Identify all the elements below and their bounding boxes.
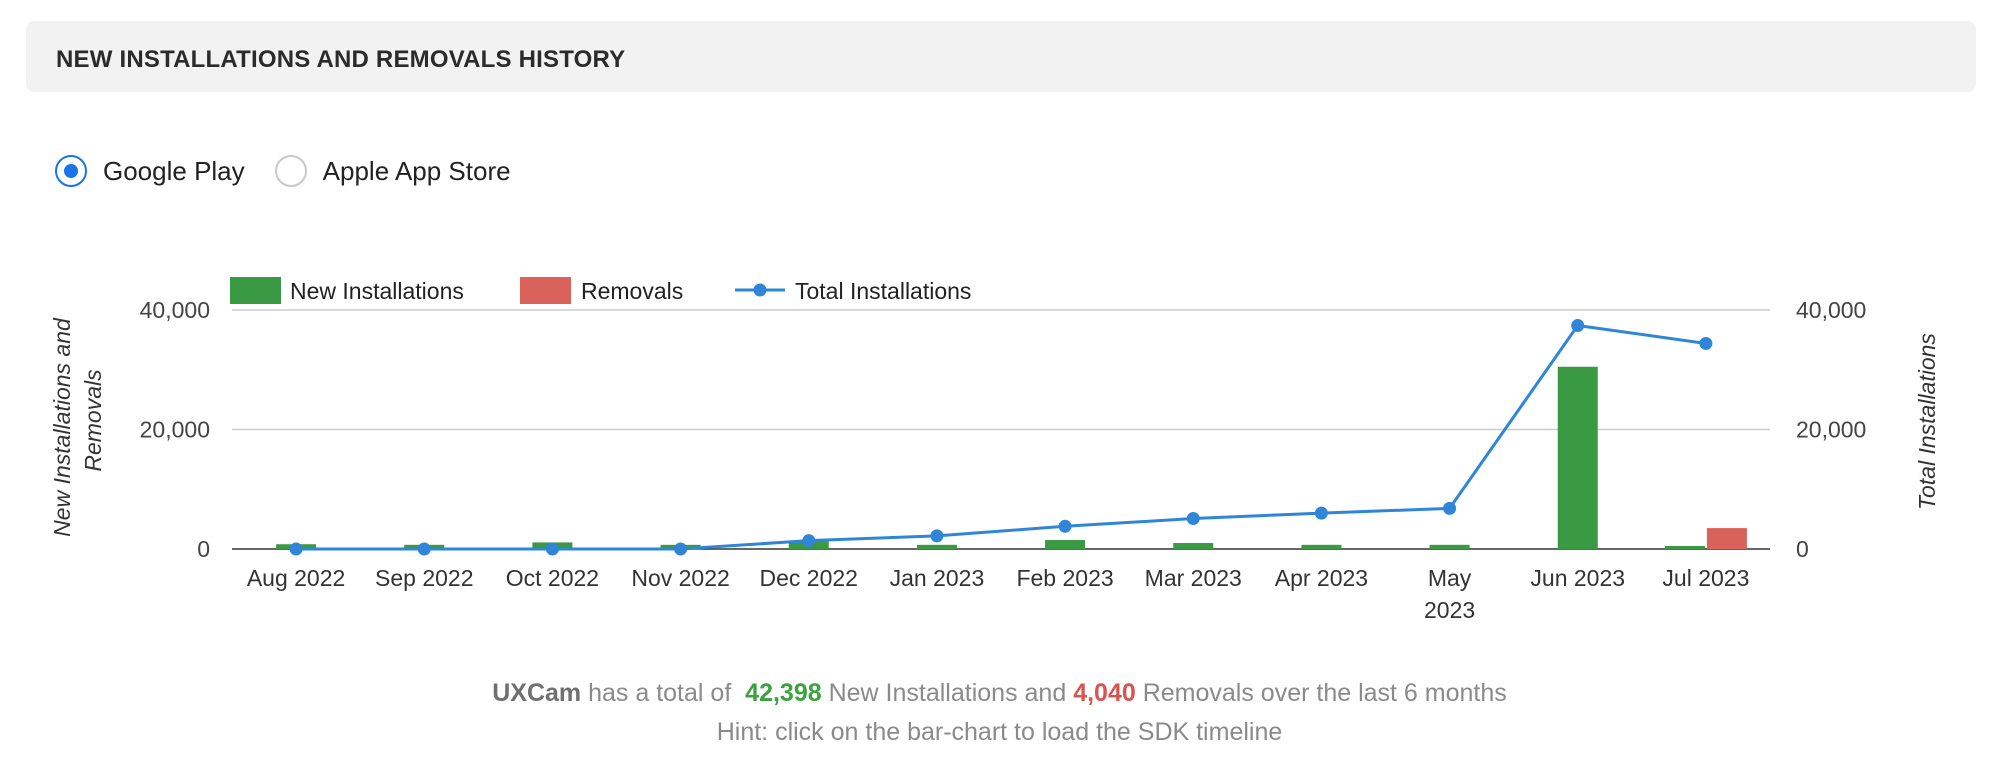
x-tick-label: Dec 2022 <box>760 565 858 591</box>
summary-text: UXCam has a total of 42,398 New Installa… <box>0 679 1999 708</box>
bar-new-installations <box>1301 544 1342 549</box>
x-tick-label: 2023 <box>1424 597 1475 623</box>
summary-new-installs: 42,398 <box>745 679 822 707</box>
y-tick-label-right: 40,000 <box>1796 297 1866 323</box>
y-axis-title-left: New Installations and Removals <box>49 317 106 537</box>
total-installations-point <box>289 542 303 556</box>
total-installations-point <box>1443 501 1457 515</box>
total-installations-point <box>1314 506 1328 520</box>
bar-new-installations <box>1664 546 1705 549</box>
total-installations-point <box>1058 519 1072 533</box>
legend-label-new-installations: New Installations <box>290 278 464 304</box>
legend-label-removals: Removals <box>581 278 683 304</box>
summary-brand: UXCam <box>492 679 582 707</box>
y-tick-label-right: 20,000 <box>1796 417 1866 443</box>
total-installations-point <box>1699 336 1713 350</box>
total-installations-line <box>296 323 1707 551</box>
total-installations-point <box>417 542 431 556</box>
x-tick-label: Apr 2023 <box>1275 565 1368 591</box>
x-tick-label: Oct 2022 <box>506 565 599 591</box>
x-tick-label: Jul 2023 <box>1662 565 1749 591</box>
bar-new-installations <box>1045 540 1086 549</box>
legend-label-total-installations: Total Installations <box>795 278 971 304</box>
summary-text-after: Removals over the last 6 months <box>1142 679 1507 707</box>
summary-text-middle: New Installations and <box>828 679 1067 707</box>
bar-new-installations <box>1429 544 1470 549</box>
hint-text: Hint: click on the bar-chart to load the… <box>716 718 1283 746</box>
total-installations-point <box>1186 512 1200 526</box>
x-tick-label: Jun 2023 <box>1530 565 1625 591</box>
bar-new-installations <box>1173 543 1214 549</box>
bar-new-installations <box>1557 366 1598 549</box>
legend-marker-total-installations <box>753 283 767 297</box>
y-tick-label-left: 0 <box>197 536 210 562</box>
installations-chart[interactable]: 0 0 20,000 20,000 40,000 40,000 New Installati… <box>0 0 1999 660</box>
y-tick-label-left: 20,000 <box>140 417 210 443</box>
x-tick-label: Jan 2023 <box>890 565 985 591</box>
legend-swatch-removals <box>520 277 571 304</box>
summary-text-before: has a total of <box>588 679 732 707</box>
total-installations-point <box>1571 319 1585 333</box>
legend-swatch-new-installations <box>230 277 281 304</box>
y-tick-label-right: 0 <box>1796 536 1809 562</box>
bar-removals <box>1706 528 1747 549</box>
bar-new-installations <box>916 544 957 549</box>
x-tick-label: Nov 2022 <box>631 565 729 591</box>
y-axis-title-right: Total Installations <box>1914 333 1940 510</box>
total-installations-point <box>930 529 944 543</box>
y-tick-label-left: 40,000 <box>140 297 210 323</box>
total-installations-point <box>545 542 559 556</box>
x-tick-label: Aug 2022 <box>247 565 345 591</box>
total-installations-point <box>802 534 816 548</box>
x-tick-label: Sep 2022 <box>375 565 473 591</box>
x-tick-label: Feb 2023 <box>1016 565 1113 591</box>
total-installations-point <box>674 542 688 556</box>
summary-removals: 4,040 <box>1073 679 1136 707</box>
x-tick-label: Mar 2023 <box>1145 565 1242 591</box>
x-tick-label: May <box>1428 565 1472 591</box>
